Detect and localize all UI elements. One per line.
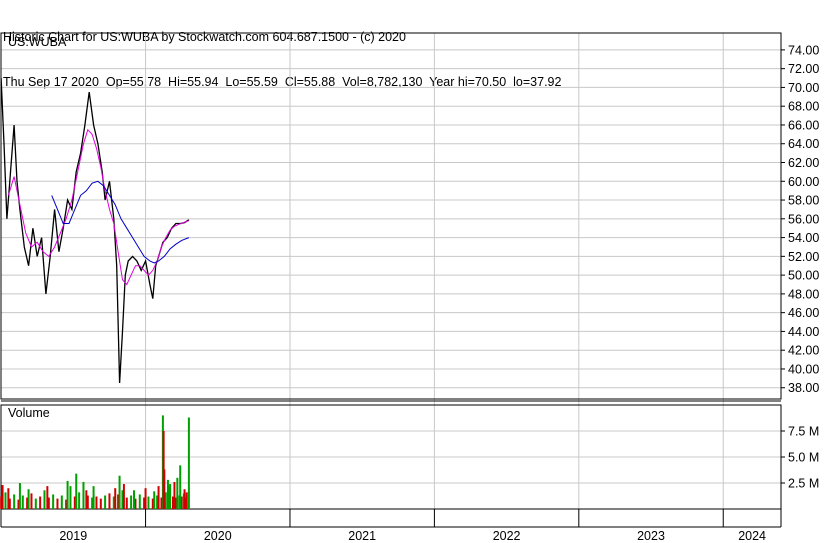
volume-label: Volume	[8, 406, 50, 420]
volume-bar	[118, 475, 121, 509]
symbol-label: US:WUBA	[8, 35, 67, 49]
volume-bar	[138, 494, 141, 509]
price-tick-label: 54.00	[788, 231, 819, 245]
volume-bar	[92, 486, 95, 509]
price-tick-label: 56.00	[788, 212, 819, 226]
volume-tick-label: 7.5 M	[788, 425, 819, 439]
price-tick-label: 44.00	[788, 325, 819, 339]
axis-labels: 74.00 72.00 70.00 68.00 66.00 64.00 62.00 60.00…	[59, 43, 819, 543]
price-lines	[0, 77, 190, 384]
price-tick-label: 40.00	[788, 362, 819, 376]
volume-bar	[125, 497, 128, 509]
volume-tick-label: 5.0 M	[788, 451, 819, 465]
volume-bar	[56, 498, 59, 509]
volume-bar	[43, 490, 46, 509]
volume-bar	[157, 486, 160, 509]
volume-bars	[0, 415, 190, 509]
price-tick-label: 68.00	[788, 100, 819, 114]
chart-grid	[1, 33, 785, 527]
chart-frames	[0, 32, 782, 528]
volume-bar	[144, 488, 147, 509]
volume-bar	[187, 417, 190, 509]
volume-bar	[34, 498, 37, 509]
volume-bar	[7, 488, 10, 509]
volume-bar	[114, 488, 117, 509]
volume-bar	[185, 492, 188, 509]
volume-bar	[122, 484, 125, 509]
price-tick-label: 46.00	[788, 306, 819, 320]
volume-bar	[95, 496, 98, 509]
price-tick-label: 48.00	[788, 287, 819, 301]
price-tick-label: 72.00	[788, 62, 819, 76]
volume-bar	[183, 489, 186, 509]
price-tick-label: 62.00	[788, 156, 819, 170]
volume-bar	[18, 483, 21, 509]
volume-bar	[108, 493, 111, 509]
volume-bar	[133, 490, 136, 509]
volume-bar	[104, 495, 107, 509]
volume-bar	[27, 489, 30, 509]
price-tick-label: 70.00	[788, 81, 819, 95]
year-label: 2022	[493, 529, 521, 543]
volume-bar	[66, 480, 69, 509]
series-line-ma_long	[51, 180, 190, 264]
volume-bar	[179, 465, 182, 509]
price-tick-label: 58.00	[788, 194, 819, 208]
volume-bar	[39, 496, 42, 509]
price-tick-label: 42.00	[788, 344, 819, 358]
volume-bar	[173, 481, 176, 509]
volume-bar	[60, 495, 63, 509]
year-label: 2020	[204, 529, 232, 543]
volume-bar	[52, 494, 55, 509]
volume-tick-label: 2.5 M	[788, 477, 819, 491]
price-tick-label: 38.00	[788, 381, 819, 395]
volume-bar	[75, 473, 78, 509]
volume-bar	[147, 496, 150, 509]
volume-bar	[130, 495, 133, 509]
price-tick-label: 50.00	[788, 269, 819, 283]
volume-bar	[69, 486, 72, 509]
volume-bar	[21, 495, 24, 509]
stock-chart: 74.00 72.00 70.00 68.00 66.00 64.00 62.00 60.00…	[0, 32, 819, 543]
volume-bar	[82, 481, 85, 509]
volume-bar	[85, 490, 88, 509]
volume-bar	[46, 486, 49, 509]
price-tick-label: 66.00	[788, 118, 819, 132]
year-label: 2024	[738, 529, 766, 543]
volume-bar	[168, 486, 171, 509]
volume-bar	[153, 491, 156, 509]
year-label: 2023	[637, 529, 665, 543]
price-tick-label: 64.00	[788, 137, 819, 151]
volume-bar	[4, 492, 7, 509]
price-tick-label: 74.00	[788, 43, 819, 57]
volume-bar	[78, 492, 81, 509]
volume-bar	[30, 493, 33, 509]
year-label: 2021	[348, 529, 376, 543]
year-label: 2019	[59, 529, 87, 543]
volume-bar	[99, 498, 102, 509]
volume-bar	[176, 477, 179, 509]
volume-bar	[1, 485, 4, 509]
volume-bar	[163, 469, 166, 509]
price-tick-label: 52.00	[788, 250, 819, 264]
volume-bar	[13, 494, 16, 509]
series-line-close	[0, 77, 190, 384]
price-tick-label: 60.00	[788, 175, 819, 189]
